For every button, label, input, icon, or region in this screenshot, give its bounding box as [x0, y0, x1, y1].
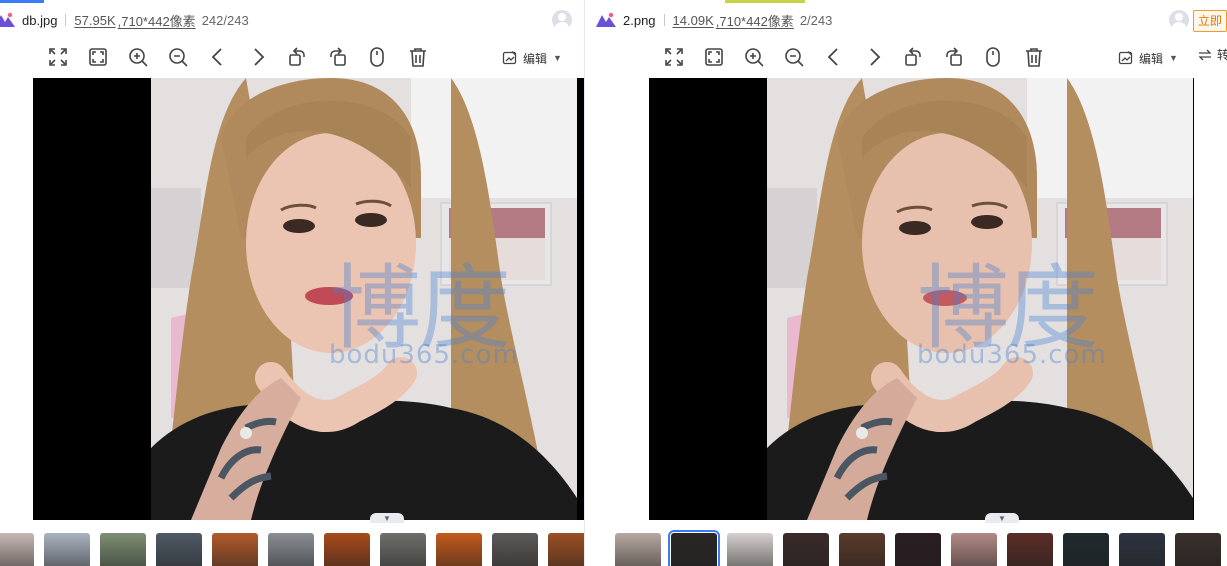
thumbnail-strip — [585, 528, 1227, 566]
next-icon[interactable] — [861, 44, 887, 70]
thumbnail[interactable] — [44, 533, 90, 566]
right-toolbar: 编辑 ▼ 转 — [585, 42, 1227, 72]
fit-icon[interactable] — [45, 44, 71, 70]
collapse-thumbnails-button[interactable]: ▼ — [370, 513, 404, 523]
divider — [65, 14, 67, 26]
next-icon[interactable] — [245, 44, 271, 70]
edit-icon — [1118, 51, 1133, 65]
thumbnail[interactable] — [268, 533, 314, 566]
thumbnail[interactable] — [156, 533, 202, 566]
thumbnail-strip — [0, 528, 584, 566]
chevron-down-icon: ▼ — [1169, 53, 1178, 63]
thumbnail[interactable] — [1175, 533, 1221, 566]
app-logo-icon — [0, 12, 15, 27]
thumbnail[interactable] — [668, 530, 720, 566]
prev-icon[interactable] — [821, 44, 847, 70]
thumbnail[interactable] — [895, 533, 941, 566]
convert-icon — [1198, 49, 1212, 60]
zoom-out-icon[interactable] — [781, 44, 807, 70]
right-title-bar: 2.png 14.09K ,710*442像素 2/243 — [585, 0, 1227, 40]
thumbnail[interactable] — [324, 533, 370, 566]
image-canvas[interactable]: 博度 bodu365.com — [649, 78, 1194, 520]
zoom-in-icon[interactable] — [741, 44, 767, 70]
file-name: db.jpg — [22, 12, 58, 28]
fullscreen-icon[interactable] — [85, 44, 111, 70]
convert-label: 转 — [1217, 46, 1227, 63]
user-avatar-icon[interactable] — [552, 10, 572, 30]
delete-icon[interactable] — [1021, 44, 1047, 70]
thumbnail[interactable] — [1119, 533, 1165, 566]
thumbnail[interactable] — [727, 533, 773, 566]
file-size[interactable]: 57.95K — [74, 13, 115, 28]
rotate-right-icon[interactable] — [941, 44, 967, 70]
file-size[interactable]: 14.09K — [673, 13, 714, 28]
chevron-down-icon: ▼ — [553, 53, 562, 63]
thumbnail[interactable] — [100, 533, 146, 566]
zoom-in-icon[interactable] — [125, 44, 151, 70]
image-position: 2/243 — [799, 12, 833, 28]
divider — [663, 14, 665, 26]
edit-label: 编辑 — [523, 51, 548, 66]
thumbnail[interactable] — [1007, 533, 1053, 566]
image-dimensions[interactable]: ,710*442像素 — [118, 11, 196, 30]
convert-button[interactable]: 转 — [1197, 46, 1227, 63]
thumbnail[interactable] — [212, 533, 258, 566]
mouse-icon[interactable] — [980, 44, 1006, 70]
left-image-viewer: db.jpg 57.95K ,710*442像素 242/243 编辑 ▼ 博度… — [0, 0, 584, 566]
fullscreen-icon[interactable] — [701, 44, 727, 70]
left-toolbar: 编辑 ▼ — [0, 42, 584, 72]
thumbnail[interactable] — [380, 533, 426, 566]
mouse-icon[interactable] — [364, 44, 390, 70]
edit-button[interactable]: 编辑 ▼ — [1118, 46, 1178, 70]
thumbnail[interactable] — [951, 533, 997, 566]
displayed-photo: 博度 bodu365.com — [767, 78, 1193, 520]
edit-button[interactable]: 编辑 ▼ — [502, 46, 562, 70]
fit-icon[interactable] — [661, 44, 687, 70]
delete-icon[interactable] — [405, 44, 431, 70]
displayed-photo: 博度 bodu365.com — [151, 78, 577, 520]
edit-label: 编辑 — [1139, 51, 1164, 66]
image-dimensions[interactable]: ,710*442像素 — [716, 11, 794, 30]
thumbnail[interactable] — [783, 533, 829, 566]
screen: db.jpg 57.95K ,710*442像素 242/243 编辑 ▼ 博度… — [0, 0, 1227, 566]
thumbnail[interactable] — [1063, 533, 1109, 566]
thumbnail[interactable] — [615, 533, 661, 566]
user-avatar-icon[interactable] — [1169, 10, 1189, 30]
app-logo-icon — [596, 12, 616, 27]
left-title-bar: db.jpg 57.95K ,710*442像素 242/243 — [0, 0, 584, 40]
thumbnail[interactable] — [492, 533, 538, 566]
thumbnail[interactable] — [839, 533, 885, 566]
image-canvas[interactable]: 博度 bodu365.com — [33, 78, 584, 520]
rotate-left-icon[interactable] — [900, 44, 926, 70]
watermark-url: bodu365.com — [329, 340, 519, 370]
file-name: 2.png — [623, 12, 656, 28]
thumbnail[interactable] — [548, 533, 584, 566]
rotate-right-icon[interactable] — [325, 44, 351, 70]
thumbnail[interactable] — [436, 533, 482, 566]
thumbnail[interactable] — [0, 533, 34, 566]
watermark-url: bodu365.com — [917, 340, 1107, 370]
prev-icon[interactable] — [205, 44, 231, 70]
edit-icon — [502, 51, 517, 65]
zoom-out-icon[interactable] — [165, 44, 191, 70]
right-image-viewer: 2.png 14.09K ,710*442像素 2/243 立即 编辑 ▼ 博度… — [584, 0, 1227, 566]
open-now-button[interactable]: 立即 — [1192, 10, 1227, 32]
image-position: 242/243 — [201, 12, 249, 28]
collapse-thumbnails-button[interactable]: ▼ — [985, 513, 1019, 523]
rotate-left-icon[interactable] — [284, 44, 310, 70]
